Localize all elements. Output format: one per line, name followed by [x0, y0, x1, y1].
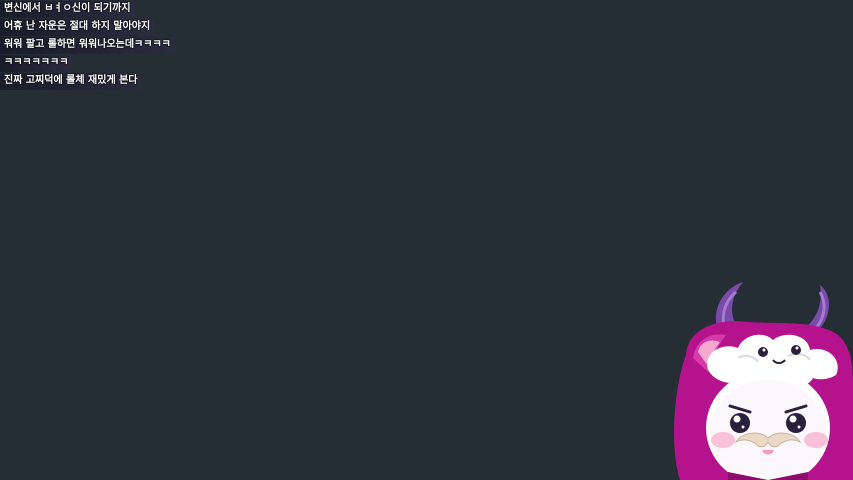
- chat-message: ㅋㅋㅋㅋㅋㅋㅋ: [0, 55, 73, 72]
- chat-overlay: 변신에서 ㅂㅕㅇ신이 되기까지 어휴 난 자운은 절대 하지 말아야지 워워 팔…: [0, 1, 175, 91]
- chat-message: 진짜 고찌덕에 롤체 재밌게 본다: [0, 73, 142, 90]
- mascot-icon: [668, 280, 853, 480]
- chat-message: 어휴 난 자운은 절대 하지 말아야지: [0, 19, 155, 36]
- stream-screen: 변신에서 ㅂㅕㅇ신이 되기까지 어휴 난 자운은 절대 하지 말아야지 워워 팔…: [0, 0, 853, 480]
- chat-message: 워워 팔고 롤하면 워워나오는데ㅋㅋㅋㅋ: [0, 37, 175, 54]
- chat-message: 변신에서 ㅂㅕㅇ신이 되기까지: [0, 1, 135, 18]
